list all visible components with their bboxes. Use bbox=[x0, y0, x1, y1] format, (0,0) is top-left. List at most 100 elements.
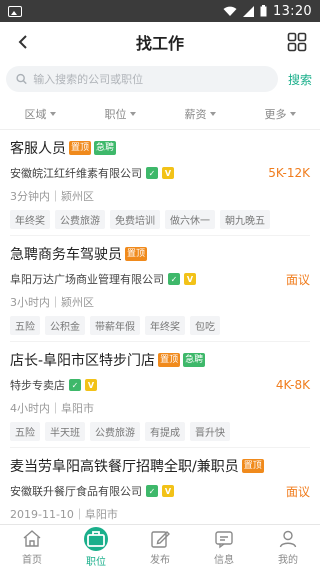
tag: 年终奖 bbox=[145, 316, 185, 335]
search-button[interactable]: 搜索 bbox=[288, 71, 312, 88]
caret-down-icon bbox=[49, 112, 56, 116]
vip-icon: V bbox=[184, 273, 196, 285]
grid-icon bbox=[287, 32, 307, 52]
tag: 晋升快 bbox=[190, 422, 230, 441]
company-name: 安徽皖江红纤维素有限公司 bbox=[10, 167, 142, 180]
job-title-row: 急聘商务车驾驶员 置顶 bbox=[10, 244, 310, 264]
tab-label: 首页 bbox=[22, 554, 42, 566]
top-badge: 置顶 bbox=[241, 459, 264, 473]
job-title: 店长-阜阳市区特步门店 bbox=[10, 353, 156, 369]
tab-jobs[interactable]: 职位 bbox=[64, 525, 128, 569]
vip-icon: V bbox=[85, 379, 97, 391]
tag-list: 五险 公积金 带薪年假 年终奖 包吃 bbox=[10, 316, 310, 335]
job-title-row: 客服人员 置顶 急聘 bbox=[10, 138, 310, 158]
verified-icon: ✓ bbox=[69, 379, 81, 391]
job-title-row: 麦当劳阜阳高铁餐厅招聘全职/兼职员 置顶 bbox=[10, 456, 310, 476]
company-name: 特步专卖店 bbox=[10, 379, 65, 392]
status-bar: 13:20 bbox=[0, 0, 320, 22]
job-list: 客服人员 置顶 急聘 安徽皖江红纤维素有限公司 ✓ V 5K-12K 3分钟内｜… bbox=[0, 130, 320, 528]
briefcase-icon bbox=[84, 526, 108, 551]
tag: 做六休一 bbox=[165, 210, 215, 229]
message-icon bbox=[215, 530, 233, 548]
company-row: 安徽联升餐厅食品有限公司 ✓ V 面议 bbox=[10, 482, 310, 500]
filter-bar: 区域 职位 薪资 更多 bbox=[0, 98, 320, 130]
job-card[interactable]: 麦当劳阜阳高铁餐厅招聘全职/兼职员 置顶 安徽联升餐厅食品有限公司 ✓ V 面议… bbox=[10, 448, 310, 528]
tab-publish[interactable]: 发布 bbox=[128, 525, 192, 569]
vip-icon: V bbox=[162, 167, 174, 179]
battery-icon bbox=[260, 5, 267, 17]
grid-menu-button[interactable] bbox=[284, 29, 310, 55]
filter-salary[interactable]: 薪资 bbox=[160, 106, 240, 122]
home-icon bbox=[23, 529, 41, 547]
top-badge: 置顶 bbox=[69, 141, 92, 155]
edit-icon bbox=[151, 530, 170, 548]
urgent-badge: 急聘 bbox=[183, 353, 206, 367]
salary: 面议 bbox=[285, 272, 310, 287]
caret-down-icon bbox=[129, 112, 136, 116]
tag: 五险 bbox=[10, 316, 40, 335]
job-card[interactable]: 急聘商务车驾驶员 置顶 阜阳万达广场商业管理有限公司 ✓ V 面议 3小时内｜颍… bbox=[10, 236, 310, 342]
filter-area[interactable]: 区域 bbox=[0, 106, 80, 122]
verified-icon: ✓ bbox=[168, 273, 180, 285]
filter-label: 职位 bbox=[104, 107, 127, 121]
tag: 带薪年假 bbox=[90, 316, 140, 335]
filter-label: 薪资 bbox=[184, 107, 207, 121]
status-right: 13:20 bbox=[223, 4, 312, 19]
job-card[interactable]: 店长-阜阳市区特步门店 置顶 急聘 特步专卖店 ✓ V 4K-8K 4小时内｜阜… bbox=[10, 342, 310, 448]
user-icon bbox=[279, 530, 297, 547]
job-title: 急聘商务车驾驶员 bbox=[10, 247, 122, 263]
search-icon bbox=[16, 73, 27, 85]
filter-label: 区域 bbox=[24, 107, 47, 121]
job-meta: 4小时内｜阜阳市 bbox=[10, 402, 94, 415]
tag: 包吃 bbox=[190, 316, 220, 335]
job-meta: 2019-11-10｜阜阳市 bbox=[10, 508, 118, 521]
back-button[interactable] bbox=[10, 29, 36, 55]
tag-list: 年终奖 公费旅游 免费培训 做六休一 朝九晚五 bbox=[10, 210, 310, 229]
tag: 年终奖 bbox=[10, 210, 50, 229]
tag: 有提成 bbox=[145, 422, 185, 441]
company-name: 安徽联升餐厅食品有限公司 bbox=[10, 485, 142, 498]
job-meta: 3小时内｜颍州区 bbox=[10, 296, 94, 309]
tab-label: 发布 bbox=[150, 554, 170, 566]
salary: 面议 bbox=[285, 484, 310, 499]
tab-home[interactable]: 首页 bbox=[0, 525, 64, 569]
vip-icon: V bbox=[162, 485, 174, 497]
status-left bbox=[8, 5, 22, 17]
company-row: 特步专卖店 ✓ V 4K-8K bbox=[10, 376, 310, 394]
search-input[interactable] bbox=[33, 72, 268, 86]
verified-icon: ✓ bbox=[146, 485, 158, 497]
top-badge: 置顶 bbox=[125, 247, 148, 261]
chevron-left-icon bbox=[18, 35, 27, 49]
job-title: 麦当劳阜阳高铁餐厅招聘全职/兼职员 bbox=[10, 459, 239, 475]
signal-icon bbox=[243, 5, 255, 17]
bottom-tab-bar: 首页 职位 发布 信息 我的 bbox=[0, 524, 320, 569]
salary: 5K-12K bbox=[268, 166, 310, 180]
company: 特步专卖店 ✓ V bbox=[10, 377, 97, 393]
filter-position[interactable]: 职位 bbox=[80, 106, 160, 122]
tag: 公积金 bbox=[45, 316, 85, 335]
clock: 13:20 bbox=[273, 3, 312, 19]
tag: 半天班 bbox=[45, 422, 85, 441]
job-meta: 3分钟内｜颍州区 bbox=[10, 190, 94, 203]
tag-list: 五险 半天班 公费旅游 有提成 晋升快 bbox=[10, 422, 310, 441]
search-box[interactable] bbox=[6, 66, 278, 92]
tag: 免费培训 bbox=[110, 210, 160, 229]
company-row: 阜阳万达广场商业管理有限公司 ✓ V 面议 bbox=[10, 270, 310, 288]
tab-messages[interactable]: 信息 bbox=[192, 525, 256, 569]
tab-label: 信息 bbox=[214, 554, 234, 566]
tab-profile[interactable]: 我的 bbox=[256, 525, 320, 569]
job-card[interactable]: 客服人员 置顶 急聘 安徽皖江红纤维素有限公司 ✓ V 5K-12K 3分钟内｜… bbox=[10, 130, 310, 236]
job-title-row: 店长-阜阳市区特步门店 置顶 急聘 bbox=[10, 350, 310, 370]
salary: 4K-8K bbox=[275, 378, 310, 392]
tag: 五险 bbox=[10, 422, 40, 441]
image-icon bbox=[8, 5, 22, 17]
page-title: 找工作 bbox=[135, 34, 184, 53]
tab-label: 职位 bbox=[86, 556, 106, 568]
filter-label: 更多 bbox=[264, 107, 287, 121]
job-title: 客服人员 bbox=[10, 141, 66, 157]
filter-more[interactable]: 更多 bbox=[240, 106, 320, 122]
tag: 公费旅游 bbox=[55, 210, 105, 229]
wifi-icon bbox=[223, 6, 237, 16]
tag: 公费旅游 bbox=[90, 422, 140, 441]
company: 安徽联升餐厅食品有限公司 ✓ V bbox=[10, 483, 174, 499]
